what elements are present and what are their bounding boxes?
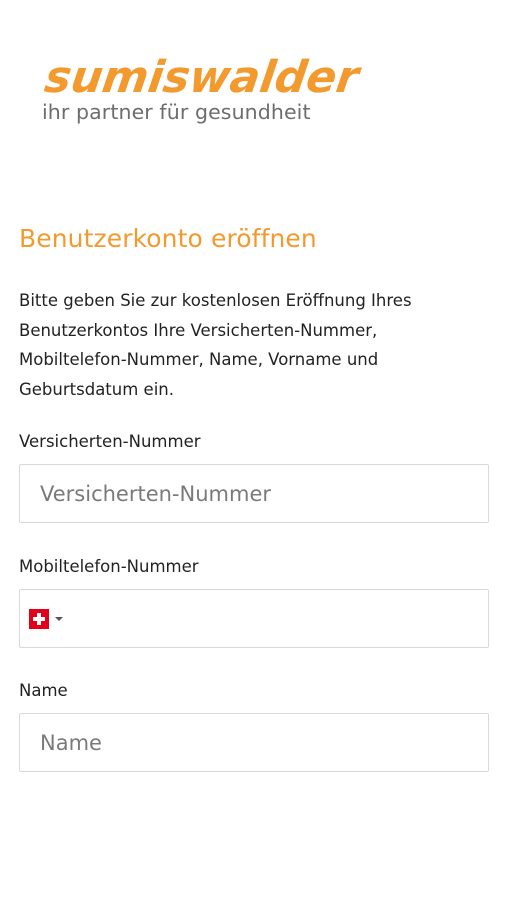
logo-tagline: ihr partner für gesundheit — [42, 100, 311, 124]
main-content: Benutzerkonto eröffnen Bitte geben Sie z… — [19, 222, 489, 772]
logo-wordmark: sumiswalder — [41, 52, 362, 103]
mobile-phone-input[interactable] — [63, 590, 488, 647]
name-group: Name — [19, 680, 489, 772]
name-input[interactable] — [19, 713, 489, 772]
swiss-flag-icon — [29, 608, 49, 629]
page-title: Benutzerkonto eröffnen — [19, 224, 317, 253]
brand-logo: sumiswalder ihr partner für gesundheit — [42, 52, 362, 124]
name-label: Name — [19, 681, 68, 700]
country-code-selector[interactable] — [29, 590, 63, 647]
insurance-number-group: Versicherten-Nummer — [19, 431, 489, 523]
mobile-phone-label: Mobiltelefon-Nummer — [19, 557, 199, 576]
caret-down-icon — [55, 616, 63, 621]
mobile-phone-field — [19, 589, 489, 648]
insurance-number-input[interactable] — [19, 464, 489, 523]
insurance-number-label: Versicherten-Nummer — [19, 432, 201, 451]
registration-page: sumiswalder ihr partner für gesundheit B… — [0, 0, 507, 900]
intro-text: Bitte geben Sie zur kostenlosen Eröffnun… — [19, 291, 412, 399]
mobile-phone-group: Mobiltelefon-Nummer — [19, 556, 489, 648]
